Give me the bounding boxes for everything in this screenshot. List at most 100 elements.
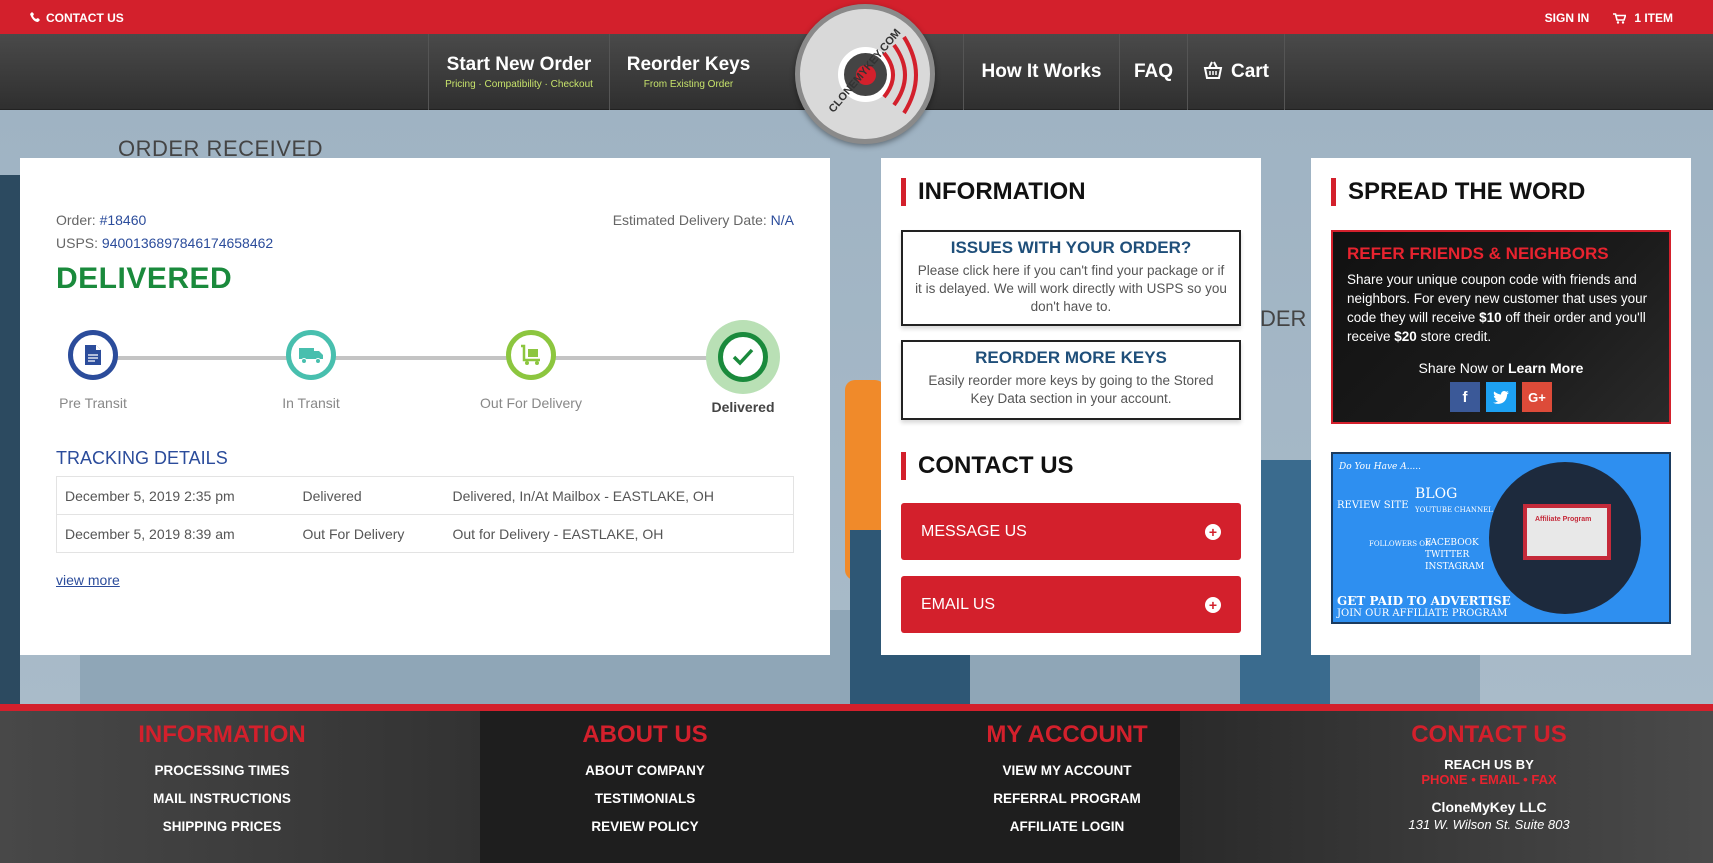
step-label: Pre Transit bbox=[59, 395, 127, 411]
footer-link-affiliate-login[interactable]: AFFILIATE LOGIN bbox=[917, 813, 1217, 841]
table-row: December 5, 2019 2:35 pm Delivered Deliv… bbox=[56, 476, 794, 515]
google-plus-icon[interactable]: G+ bbox=[1522, 382, 1552, 412]
footer-information-column: INFORMATION PROCESSING TIMES MAIL INSTRU… bbox=[72, 721, 372, 841]
tracking-detail: Out for Delivery - EASTLAKE, OH bbox=[444, 514, 794, 553]
order-status-card: Order: #18460 USPS: 94001368978461746584… bbox=[20, 158, 830, 655]
footer-link-testimonials[interactable]: TESTIMONIALS bbox=[495, 785, 795, 813]
order-issues-text: Please click here if you can't find your… bbox=[915, 263, 1227, 314]
plus-circle-icon: + bbox=[1205, 596, 1221, 613]
nav-item-label: FAQ bbox=[1133, 61, 1174, 82]
footer-link-view-account[interactable]: VIEW MY ACCOUNT bbox=[917, 757, 1217, 785]
signin-link[interactable]: SIGN IN bbox=[1545, 11, 1590, 25]
reorder-keys-title: REORDER MORE KEYS bbox=[975, 348, 1167, 367]
affiliate-followers-on: FOLLOWERS ON bbox=[1369, 540, 1432, 548]
tracking-date: December 5, 2019 8:39 am bbox=[56, 514, 295, 553]
est-label: Estimated Delivery Date: bbox=[612, 212, 767, 228]
nav-item-label: How It Works bbox=[981, 61, 1102, 82]
affiliate-youtube: YOUTUBE CHANNEL bbox=[1415, 506, 1493, 514]
footer-link-processing-times[interactable]: PROCESSING TIMES bbox=[72, 757, 372, 785]
plus-circle-icon: + bbox=[1205, 523, 1221, 540]
tracking-detail: Delivered, In/At Mailbox - EASTLAKE, OH bbox=[444, 476, 794, 515]
truck-icon bbox=[286, 330, 336, 380]
message-us-button[interactable]: MESSAGE US + bbox=[901, 503, 1241, 560]
footer-link-mail-instructions[interactable]: MAIL INSTRUCTIONS bbox=[72, 785, 372, 813]
nav-item-label: Reorder Keys bbox=[626, 54, 751, 75]
topbar-cart-link[interactable]: 1 ITEM bbox=[1613, 11, 1673, 25]
cart-count-label: 1 ITEM bbox=[1634, 11, 1673, 25]
delivery-status: DELIVERED bbox=[56, 262, 233, 295]
tracking-details-title: TRACKING DETAILS bbox=[56, 448, 228, 468]
nav-reorder-keys[interactable]: Reorder Keys From Existing Order bbox=[609, 34, 767, 110]
nav-faq[interactable]: FAQ bbox=[1119, 34, 1187, 110]
affiliate-do-you-have: Do You Have A..... bbox=[1339, 462, 1422, 472]
refer-friends-banner[interactable]: REFER FRIENDS & NEIGHBORS Share your uni… bbox=[1331, 230, 1671, 424]
spread-the-word-title: SPREAD THE WORD bbox=[1331, 178, 1585, 206]
order-issues-box[interactable]: ISSUES WITH YOUR ORDER? Please click her… bbox=[901, 230, 1241, 326]
basket-icon bbox=[1203, 61, 1223, 84]
hand-truck-icon bbox=[506, 330, 556, 380]
footer-link-referral-program[interactable]: REFERRAL PROGRAM bbox=[917, 785, 1217, 813]
tracking-table: December 5, 2019 2:35 pm Delivered Deliv… bbox=[56, 476, 794, 553]
footer-contact-methods[interactable]: PHONE • EMAIL • FAX bbox=[1339, 772, 1639, 787]
learn-more-link[interactable]: Learn More bbox=[1508, 360, 1583, 376]
site-footer: INFORMATION PROCESSING TIMES MAIL INSTRU… bbox=[0, 704, 1713, 863]
topbar-contact-label: CONTACT US bbox=[46, 11, 124, 25]
refer-text-part: store credit. bbox=[1416, 329, 1492, 344]
order-number-row: Order: #18460 bbox=[56, 212, 146, 228]
footer-address: 131 W. Wilson St. Suite 803 bbox=[1408, 817, 1570, 832]
nav-item-label: Start New Order bbox=[446, 54, 592, 75]
footer-account-column: MY ACCOUNT VIEW MY ACCOUNT REFERRAL PROG… bbox=[917, 721, 1217, 841]
step-pre-transit: Pre Transit bbox=[38, 320, 148, 415]
twitter-icon[interactable] bbox=[1486, 382, 1516, 412]
refer-text: Share your unique coupon code with frien… bbox=[1347, 270, 1655, 346]
view-more-link[interactable]: view more bbox=[56, 572, 120, 588]
footer-link-about-company[interactable]: ABOUT COMPANY bbox=[495, 757, 795, 785]
affiliate-program-banner[interactable]: Do You Have A..... REVIEW SITE BLOG YOUT… bbox=[1331, 452, 1671, 624]
nav-how-it-works[interactable]: How It Works bbox=[963, 34, 1119, 110]
affiliate-review-site: REVIEW SITE bbox=[1337, 500, 1409, 511]
usps-row: USPS: 9400136897846174658462 bbox=[56, 235, 273, 251]
nav-start-new-order[interactable]: Start New Order Pricing · Compatibility … bbox=[428, 34, 609, 110]
footer-link-review-policy[interactable]: REVIEW POLICY bbox=[495, 813, 795, 841]
est-value: N/A bbox=[770, 212, 794, 228]
check-icon bbox=[718, 332, 768, 382]
social-buttons: f G+ bbox=[1347, 382, 1655, 412]
refer-amount: $20 bbox=[1394, 329, 1417, 344]
reorder-keys-box[interactable]: REORDER MORE KEYS Easily reorder more ke… bbox=[901, 340, 1241, 420]
affiliate-instagram: INSTAGRAM bbox=[1425, 562, 1485, 572]
estimated-delivery: Estimated Delivery Date: N/A bbox=[613, 212, 794, 228]
footer-contact-column: CONTACT US REACH US BY PHONE • EMAIL • F… bbox=[1339, 721, 1639, 832]
facebook-icon[interactable]: f bbox=[1450, 382, 1480, 412]
affiliate-twitter: TWITTER bbox=[1425, 550, 1470, 560]
message-us-label: MESSAGE US bbox=[921, 522, 1027, 540]
order-number-link[interactable]: #18460 bbox=[100, 212, 147, 228]
tracking-status: Delivered bbox=[294, 476, 445, 515]
refer-amount: $10 bbox=[1479, 310, 1502, 325]
nav-item-label: Cart bbox=[1230, 61, 1269, 82]
table-row: December 5, 2019 8:39 am Out For Deliver… bbox=[56, 514, 794, 553]
share-now-text: Share Now or bbox=[1418, 360, 1508, 376]
site-logo[interactable]: CLONEMYKEY.COM bbox=[795, 4, 935, 144]
email-us-button[interactable]: EMAIL US + bbox=[901, 576, 1241, 633]
footer-reach-us: REACH US BY bbox=[1444, 757, 1534, 772]
footer-link-shipping-prices[interactable]: SHIPPING PRICES bbox=[72, 813, 372, 841]
affiliate-facebook: FACEBOOK bbox=[1425, 538, 1479, 548]
order-label: Order: bbox=[56, 212, 96, 228]
usps-label: USPS: bbox=[56, 235, 99, 251]
nav-item-sub: Pricing · Compatibility · Checkout bbox=[445, 79, 593, 90]
affiliate-monitor-illustration: Affiliate Program bbox=[1523, 504, 1611, 560]
topbar-contact-link[interactable]: CONTACT US bbox=[30, 11, 124, 25]
step-in-transit: In Transit bbox=[256, 320, 366, 415]
step-delivered: Delivered bbox=[688, 320, 798, 419]
progress-line bbox=[94, 356, 734, 360]
nav-cart[interactable]: Cart bbox=[1187, 34, 1285, 110]
footer-column-title: ABOUT US bbox=[582, 721, 708, 748]
usps-tracking-link[interactable]: 9400136897846174658462 bbox=[102, 235, 273, 251]
information-title: INFORMATION bbox=[901, 178, 1086, 206]
step-label: Delivered bbox=[711, 399, 775, 415]
step-label: In Transit bbox=[282, 395, 340, 411]
share-now-row: Share Now or Learn More bbox=[1347, 360, 1655, 376]
cart-icon bbox=[1613, 12, 1627, 24]
footer-company-name: CloneMyKey LLC bbox=[1431, 799, 1547, 815]
step-label: Out For Delivery bbox=[480, 395, 582, 411]
